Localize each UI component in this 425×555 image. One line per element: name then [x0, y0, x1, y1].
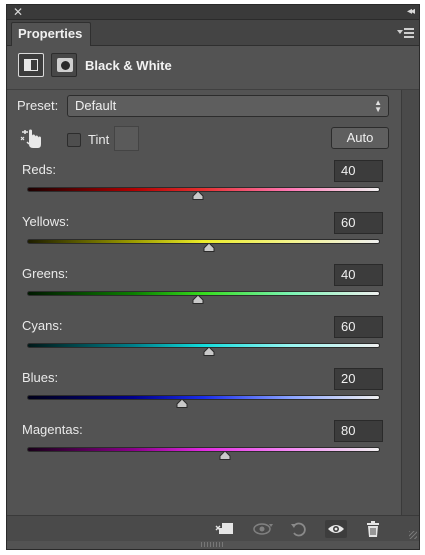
- mask-icon[interactable]: [51, 53, 77, 77]
- tint-color-swatch[interactable]: [114, 126, 139, 151]
- slider-yellows: Yellows: 60: [7, 212, 401, 262]
- panel-grip[interactable]: [201, 542, 225, 547]
- slider-blues: Blues: 20: [7, 368, 401, 418]
- slider-thumb[interactable]: [192, 295, 204, 304]
- slider-value-input[interactable]: 60: [334, 212, 383, 234]
- preset-label: Preset:: [17, 98, 59, 113]
- slider-thumb[interactable]: [203, 243, 215, 252]
- preset-dropdown[interactable]: Default ▲ ▼: [67, 95, 389, 117]
- slider-track[interactable]: [27, 395, 380, 400]
- tab-properties[interactable]: Properties: [11, 22, 91, 46]
- slider-reds: Reds: 40: [7, 160, 401, 210]
- slider-label: Magentas:: [22, 422, 83, 437]
- visibility-eye-icon[interactable]: [325, 520, 347, 538]
- auto-button[interactable]: Auto: [331, 127, 389, 149]
- slider-thumb[interactable]: [176, 399, 188, 408]
- adjustment-icon[interactable]: [18, 53, 44, 77]
- view-previous-icon[interactable]: [251, 520, 273, 538]
- tint-label: Tint: [88, 132, 110, 147]
- clip-to-layer-icon[interactable]: [213, 520, 235, 538]
- slider-label: Greens:: [22, 266, 69, 281]
- trash-icon[interactable]: [362, 520, 384, 538]
- tab-row: Properties: [7, 20, 419, 46]
- collapse-icon[interactable]: ◂◂: [407, 5, 415, 19]
- slider-value-input[interactable]: 40: [334, 264, 383, 286]
- slider-track[interactable]: [27, 447, 380, 452]
- adjustment-header: Black & White: [7, 47, 419, 87]
- slider-label: Cyans:: [22, 318, 63, 333]
- properties-panel: ✕ ◂◂ Properties Black & White Preset: De…: [6, 4, 420, 550]
- divider: [7, 89, 419, 90]
- close-icon[interactable]: ✕: [13, 5, 23, 19]
- slider-label: Yellows:: [22, 214, 70, 229]
- panel-menu-icon[interactable]: [397, 26, 415, 40]
- slider-thumb[interactable]: [192, 191, 204, 200]
- scrollbar[interactable]: [401, 90, 419, 515]
- slider-cyans: Cyans: 60: [7, 316, 401, 366]
- slider-value-input[interactable]: 40: [334, 160, 383, 182]
- updown-arrow-icon: ▲ ▼: [374, 98, 382, 114]
- preset-value: Default: [75, 98, 117, 113]
- tint-checkbox[interactable]: [67, 133, 81, 147]
- adjustment-title: Black & White: [85, 58, 172, 73]
- slider-label: Reds:: [22, 162, 56, 177]
- slider-magentas: Magentas: 80: [7, 420, 401, 470]
- resize-handle[interactable]: [409, 531, 417, 539]
- slider-thumb[interactable]: [203, 347, 215, 356]
- panel-titlebar: ✕ ◂◂: [7, 5, 419, 20]
- slider-thumb[interactable]: [219, 451, 231, 460]
- targeted-adjustment-hand-icon[interactable]: [19, 127, 45, 151]
- slider-value-input[interactable]: 80: [334, 420, 383, 442]
- slider-value-input[interactable]: 20: [334, 368, 383, 390]
- bottom-toolbar: [7, 515, 419, 541]
- slider-value-input[interactable]: 60: [334, 316, 383, 338]
- slider-label: Blues:: [22, 370, 59, 385]
- slider-greens: Greens: 40: [7, 264, 401, 314]
- reset-icon[interactable]: [288, 520, 310, 538]
